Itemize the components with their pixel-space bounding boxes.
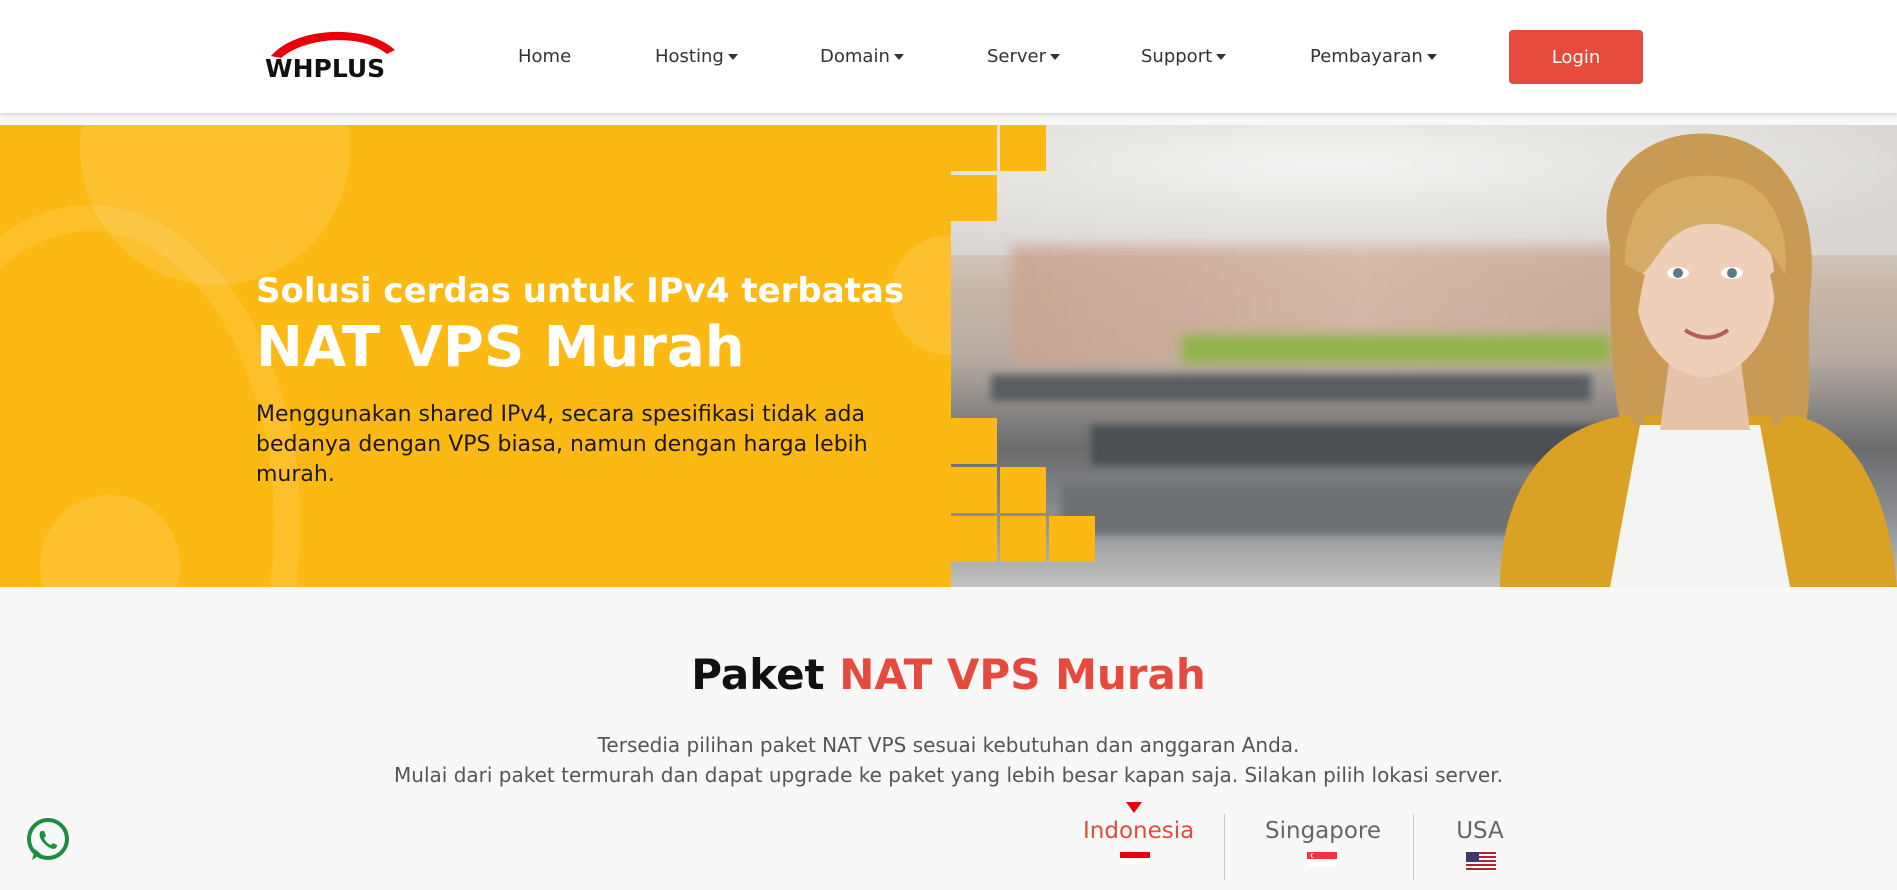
decor-square	[951, 467, 997, 513]
logo-text: WHPLUS	[265, 54, 386, 83]
caret-down-icon	[893, 53, 904, 60]
section-title: Paket NAT VPS Murah	[0, 650, 1897, 699]
singapore-flag-icon	[1307, 852, 1337, 866]
active-tab-indicator-icon	[1126, 802, 1142, 813]
caret-down-icon	[1050, 53, 1061, 60]
caret-down-icon	[727, 53, 738, 60]
tab-divider	[1224, 814, 1225, 880]
nav-support-label: Support	[1141, 46, 1213, 67]
decor-square	[1000, 125, 1046, 171]
smiling-woman-image	[1500, 133, 1897, 587]
indonesia-flag-icon	[1120, 852, 1150, 864]
section-description-line2: Mulai dari paket termurah dan dapat upgr…	[394, 763, 1503, 787]
site-header: WHPLUS Home Hosting Domain Server Suppor…	[0, 0, 1897, 113]
decor-square	[951, 418, 997, 464]
tab-location-label: USA	[1456, 818, 1504, 844]
section-title-accent: NAT VPS Murah	[839, 650, 1206, 699]
nav-server[interactable]: Server	[987, 46, 1061, 67]
caret-down-icon	[1216, 53, 1227, 60]
section-title-prefix: Paket	[691, 650, 840, 699]
whatsapp-icon[interactable]	[24, 816, 72, 864]
nav-home-label: Home	[518, 46, 572, 67]
section-description-line1: Tersedia pilihan paket NAT VPS sesuai ke…	[597, 733, 1300, 757]
tab-location-usa[interactable]: USA	[1452, 818, 1508, 844]
hero-title: NAT VPS Murah	[256, 315, 745, 380]
usa-flag-icon	[1466, 852, 1496, 872]
decor-square	[951, 516, 997, 562]
hero-subtitle: Solusi cerdas untuk IPv4 terbatas	[256, 271, 905, 311]
decor-square	[1000, 467, 1046, 513]
decor-square	[1000, 516, 1046, 562]
nav-support[interactable]: Support	[1141, 46, 1227, 67]
tab-divider	[1413, 814, 1414, 880]
nav-hosting-label: Hosting	[655, 46, 724, 67]
tab-location-label: Singapore	[1265, 818, 1382, 844]
tab-location-indonesia[interactable]: Indonesia	[1083, 818, 1195, 844]
login-button[interactable]: Login	[1509, 30, 1643, 84]
caret-down-icon	[1426, 53, 1437, 60]
nav-pembayaran[interactable]: Pembayaran	[1310, 46, 1437, 67]
hero-description: Menggunakan shared IPv4, secara spesifik…	[256, 402, 868, 487]
nav-domain-label: Domain	[820, 46, 890, 67]
hero-banner: Solusi cerdas untuk IPv4 terbatas NAT VP…	[0, 125, 1897, 587]
decor-square	[1049, 516, 1095, 562]
decor-square	[951, 175, 997, 221]
nav-server-label: Server	[987, 46, 1047, 67]
section-description: Tersedia pilihan paket NAT VPS sesuai ke…	[0, 730, 1897, 790]
whplus-logo[interactable]: WHPLUS	[265, 28, 401, 83]
nav-domain[interactable]: Domain	[820, 46, 904, 67]
nav-hosting[interactable]: Hosting	[655, 46, 738, 67]
tab-location-label: Indonesia	[1083, 818, 1195, 844]
nav-home[interactable]: Home	[518, 46, 571, 67]
hero-yellow-panel: Solusi cerdas untuk IPv4 terbatas NAT VP…	[0, 125, 951, 587]
decor-square	[951, 125, 997, 171]
tab-location-singapore[interactable]: Singapore	[1265, 818, 1382, 844]
nav-pembayaran-label: Pembayaran	[1310, 46, 1423, 67]
